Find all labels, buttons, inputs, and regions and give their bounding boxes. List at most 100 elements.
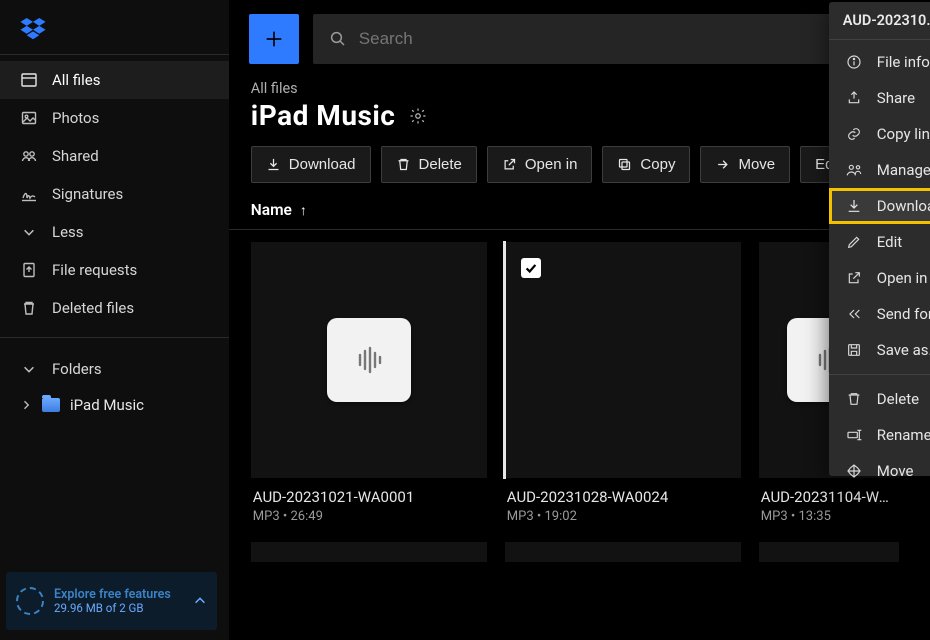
breadcrumb-root[interactable]: All files [251, 80, 298, 97]
signatures-icon [20, 185, 38, 203]
search-box[interactable] [313, 14, 910, 64]
file-grid: AUD-20231021-WA0001 MP3 • 26:49 AUD-2023… [229, 242, 930, 524]
folder-label: iPad Music [70, 396, 144, 414]
file-card[interactable]: AUD-20231028-WA0024 MP3 • 19:02 [505, 242, 741, 524]
button-label: Download [289, 156, 356, 173]
button-label: Open in [525, 156, 578, 173]
ctx-item-save-as[interactable]: Save as...› [829, 332, 930, 368]
dropbox-logo[interactable] [0, 0, 229, 54]
ctx-item-open-in[interactable]: Open in› [829, 260, 930, 296]
file-meta: MP3 • 26:49 [253, 509, 485, 524]
file-grid-row-2 [229, 524, 930, 562]
ctx-item-copy-link[interactable]: Copy link [829, 116, 930, 152]
ctx-item-rename[interactable]: Rename [829, 417, 930, 453]
sidebar-item-all-files[interactable]: All files [0, 61, 229, 99]
sidebar-item-label: Deleted files [52, 299, 134, 317]
folders-header-label: Folders [52, 360, 102, 378]
gear-icon[interactable] [409, 107, 427, 125]
context-menu-title: AUD-202310...-WA0024.mp3 [829, 2, 930, 40]
divider [829, 374, 930, 375]
file-thumbnail-peek[interactable] [505, 542, 741, 562]
open-in-button[interactable]: Open in [487, 146, 593, 183]
top-bar [229, 0, 930, 72]
page-title-row: iPad Music [229, 97, 930, 142]
file-name: AUD-20231021-WA0001 [253, 488, 485, 506]
sidebar-item-photos[interactable]: Photos [0, 99, 229, 137]
chevron-right-icon [20, 399, 32, 411]
ctx-item-send-for-review[interactable]: Send for reviewNew [829, 296, 930, 332]
share-icon [845, 89, 863, 107]
download-icon [845, 197, 863, 215]
shared-icon [20, 147, 38, 165]
promo-banner[interactable]: Explore free features 29.96 MB of 2 GB [6, 572, 217, 630]
delete-button[interactable]: Delete [381, 146, 477, 183]
folder-item-ipad-music[interactable]: iPad Music [0, 388, 229, 422]
ctx-item-delete[interactable]: Delete [829, 381, 930, 417]
save-icon [845, 341, 863, 359]
page-title: iPad Music [251, 99, 396, 132]
sidebar: All files Photos Shared Signatures Less … [0, 0, 229, 640]
action-bar: Download Delete Open in Copy Move Edit [229, 142, 930, 191]
photos-icon [20, 109, 38, 127]
file-requests-icon [20, 261, 38, 279]
search-input[interactable] [359, 29, 894, 49]
file-thumbnail[interactable] [251, 242, 487, 478]
trash-icon [20, 299, 38, 317]
checkbox-checked-icon[interactable] [521, 258, 541, 278]
ctx-item-manage-permissions[interactable]: Manage permissions [829, 152, 930, 188]
file-thumbnail-peek[interactable] [251, 542, 487, 562]
sort-arrow-up-icon: ↑ [300, 202, 307, 219]
audio-file-icon [327, 318, 411, 402]
divider [0, 337, 229, 338]
file-card[interactable]: AUD-20231021-WA0001 MP3 • 26:49 [251, 242, 487, 524]
trash-icon [845, 390, 863, 408]
chevron-up-icon [193, 594, 207, 608]
divider [229, 229, 930, 230]
sidebar-item-label: Less [52, 223, 84, 241]
info-icon [845, 53, 863, 71]
ctx-item-move[interactable]: Move [829, 453, 930, 489]
ctx-item-share[interactable]: Share› [829, 80, 930, 116]
download-button[interactable]: Download [251, 146, 371, 183]
sidebar-item-file-requests[interactable]: File requests [0, 251, 229, 289]
files-icon [20, 71, 38, 89]
context-menu: AUD-202310...-WA0024.mp3 File info Share… [829, 2, 930, 476]
promo-title: Explore free features [54, 587, 183, 602]
promo-text: Explore free features 29.96 MB of 2 GB [54, 587, 183, 616]
button-label: Copy [640, 156, 675, 173]
sidebar-item-label: Photos [52, 109, 99, 127]
storage-ring-icon [16, 587, 44, 615]
move-icon [845, 462, 863, 480]
promo-subtitle: 29.96 MB of 2 GB [54, 602, 183, 616]
move-button[interactable]: Move [700, 146, 790, 183]
search-icon [329, 30, 347, 48]
breadcrumb: All files [229, 72, 930, 97]
sidebar-item-shared[interactable]: Shared [0, 137, 229, 175]
folder-icon [42, 398, 60, 412]
file-name: AUD-20231104-WA0 [761, 488, 897, 506]
rename-icon [845, 426, 863, 444]
copy-button[interactable]: Copy [602, 146, 690, 183]
list-header[interactable]: Name ↑ [229, 191, 930, 229]
sidebar-item-label: All files [52, 71, 100, 89]
permissions-icon [845, 161, 863, 179]
review-icon [845, 305, 863, 323]
folders-header[interactable]: Folders [0, 350, 229, 388]
button-label: Delete [419, 156, 462, 173]
ctx-item-file-info[interactable]: File info [829, 44, 930, 80]
sidebar-nav: All files Photos Shared Signatures Less … [0, 55, 229, 327]
chevron-down-icon [20, 360, 38, 378]
sidebar-item-label: File requests [52, 261, 137, 279]
file-thumbnail-peek[interactable] [759, 542, 899, 562]
add-button[interactable] [249, 14, 299, 64]
file-name: AUD-20231028-WA0024 [507, 488, 739, 506]
open-in-icon [845, 269, 863, 287]
edit-icon [845, 233, 863, 251]
file-thumbnail[interactable] [505, 242, 741, 478]
sidebar-item-signatures[interactable]: Signatures [0, 175, 229, 213]
sidebar-item-deleted-files[interactable]: Deleted files [0, 289, 229, 327]
ctx-item-edit[interactable]: Edit [829, 224, 930, 260]
sidebar-item-less[interactable]: Less [0, 213, 229, 251]
button-label: Move [738, 156, 775, 173]
ctx-item-download[interactable]: Download [829, 188, 930, 224]
